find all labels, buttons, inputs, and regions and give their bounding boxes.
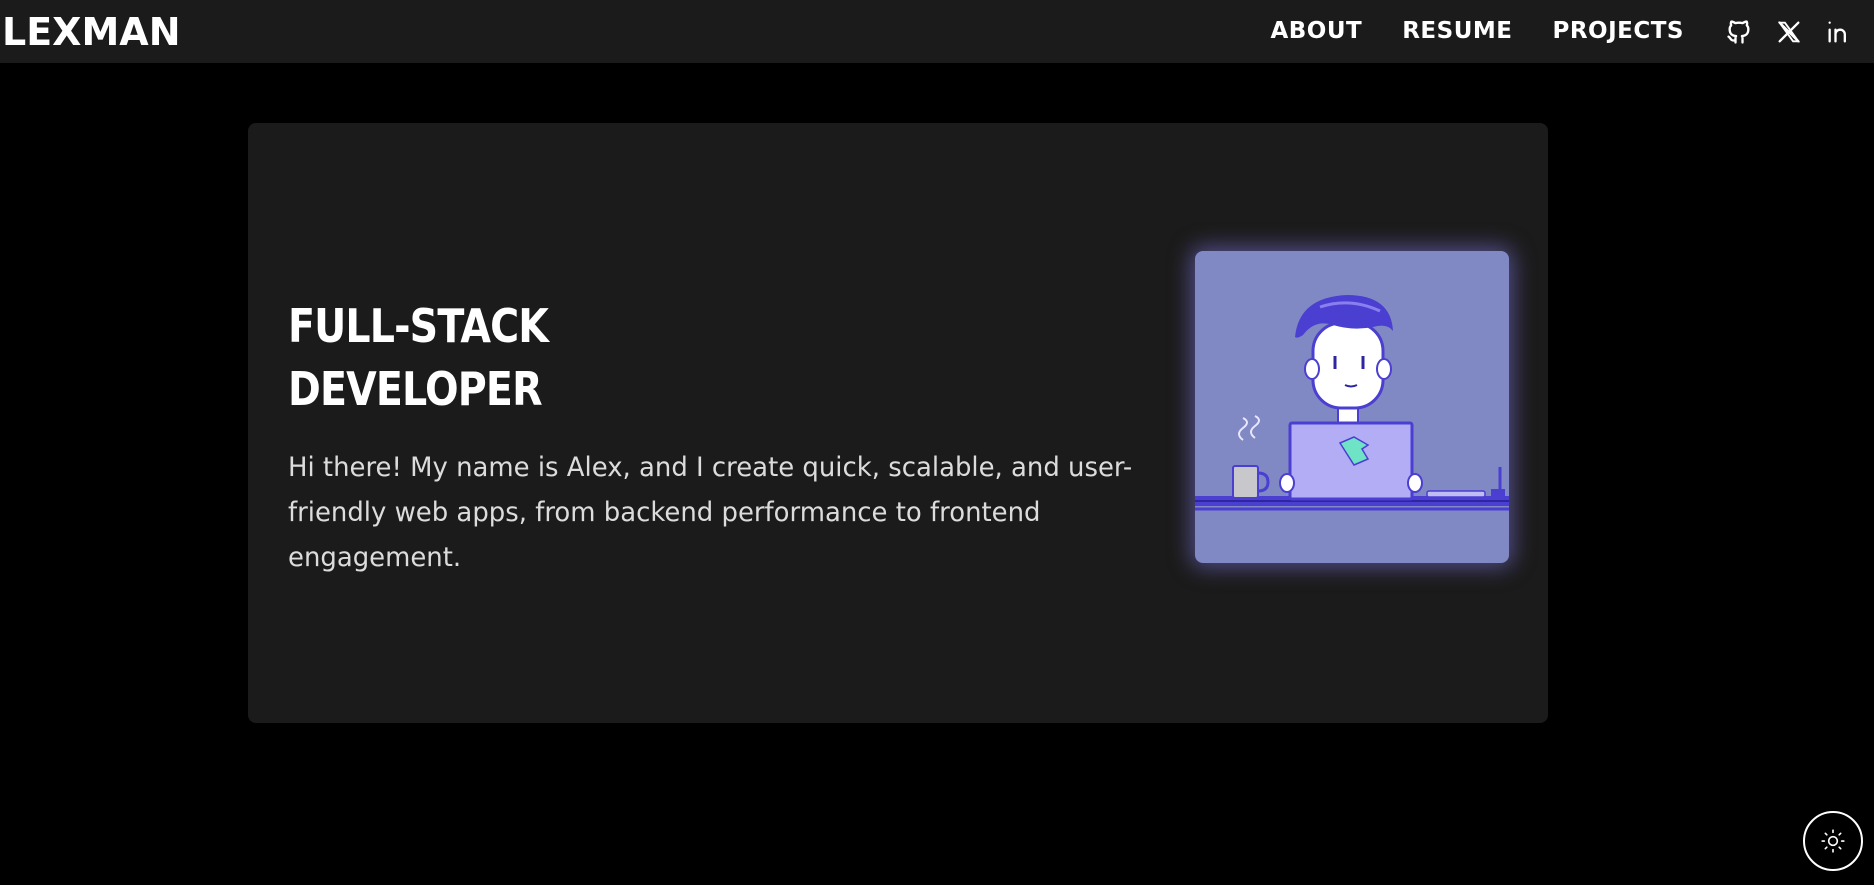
nav-menu: ABOUT RESUME PROJECTS (1270, 17, 1854, 47)
nav-link-projects[interactable]: PROJECTS (1552, 20, 1684, 43)
developer-at-laptop-illustration (1195, 251, 1509, 563)
nav-link-about[interactable]: ABOUT (1270, 20, 1362, 43)
hero-card: FULL-STACK DEVELOPER Hi there! My name i… (248, 123, 1548, 723)
theme-toggle-button[interactable] (1803, 811, 1863, 871)
linkedin-icon[interactable] (1824, 17, 1854, 47)
nav-link-resume[interactable]: RESUME (1402, 20, 1512, 43)
social-links (1724, 17, 1854, 47)
hero-title: FULL-STACK DEVELOPER (288, 295, 804, 421)
site-logo[interactable]: LEXMAN (2, 13, 181, 51)
hero-title-line-1: FULL-STACK (288, 299, 549, 353)
hero-title-line-2: DEVELOPER (288, 362, 543, 416)
github-icon[interactable] (1724, 17, 1754, 47)
navbar: LEXMAN ABOUT RESUME PROJECTS (0, 0, 1874, 63)
hero-description: Hi there! My name is Alex, and I create … (288, 452, 1133, 573)
sun-icon (1821, 829, 1845, 853)
nav-links: ABOUT RESUME PROJECTS (1270, 20, 1684, 43)
x-twitter-icon[interactable] (1774, 17, 1804, 47)
